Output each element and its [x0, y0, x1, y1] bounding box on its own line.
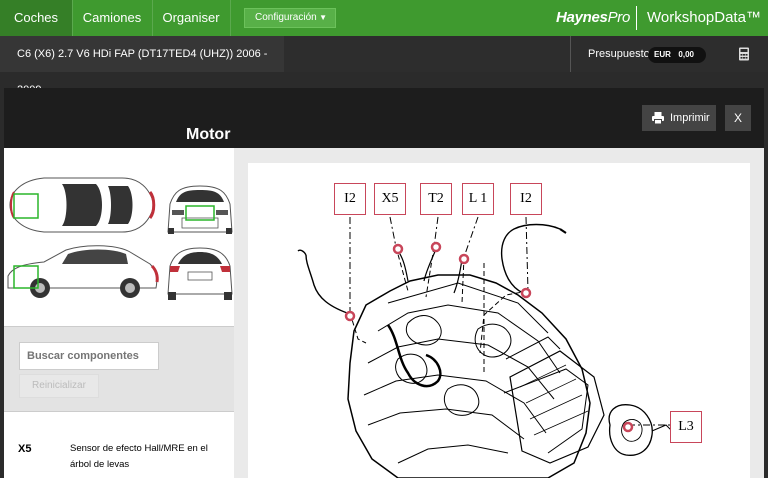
search-components-input[interactable] [19, 342, 159, 370]
sensor-marker-i2-left [344, 310, 356, 322]
close-button[interactable]: X [725, 105, 751, 131]
sensor-markers [344, 241, 634, 433]
chevron-down-icon: ▼ [319, 13, 327, 22]
vehicle-title[interactable]: C6 (X6) 2.7 V6 HDi FAP (DT17TED4 (UHZ)) … [0, 36, 284, 96]
panel-title: Motor [186, 126, 231, 143]
sensor-marker-t2 [430, 241, 442, 253]
top-navigation: Coches Camiones Organiser Configuración … [0, 0, 768, 36]
brand-divider [636, 6, 637, 30]
haynespro-logo: HaynesPro [556, 9, 631, 26]
tab-coches[interactable]: Coches [0, 0, 72, 36]
tab-organiser[interactable]: Organiser [152, 0, 230, 36]
diagram-label-t2[interactable]: T2 [420, 183, 452, 215]
vehicle-location-views [7, 177, 233, 300]
car-top-view[interactable] [9, 177, 156, 233]
component-code[interactable]: X5 [18, 443, 31, 455]
diagram-label-l1[interactable]: L 1 [462, 183, 494, 215]
car-rear-view[interactable] [167, 247, 233, 300]
diagram-label-l3[interactable]: L3 [670, 411, 702, 443]
print-button[interactable]: Imprimir [642, 105, 716, 131]
car-front-view[interactable] [167, 185, 233, 234]
workshopdata-logo: WorkshopData™ [647, 9, 761, 26]
diagram-label-i2-right[interactable]: I2 [510, 183, 542, 215]
budget-label: Presupuesto [588, 48, 650, 60]
reset-button[interactable]: Reinicializar [19, 374, 99, 398]
tab-divider [230, 0, 231, 36]
tab-camiones[interactable]: Camiones [72, 0, 152, 36]
sensor-marker-l3 [622, 421, 634, 433]
configuration-label: Configuración [255, 12, 317, 23]
diagram-label-i2-left[interactable]: I2 [334, 183, 366, 215]
budget-total-badge[interactable]: EUR 0,00 [648, 47, 706, 63]
print-label: Imprimir [670, 112, 710, 124]
printer-icon [652, 112, 664, 125]
sensor-marker-l1 [458, 253, 470, 265]
budget-currency: EUR [654, 50, 671, 59]
car-side-view[interactable] [7, 245, 159, 298]
vehicle-bar: C6 (X6) 2.7 V6 HDi FAP (DT17TED4 (UHZ)) … [0, 36, 768, 96]
sensor-marker-x5 [392, 243, 404, 255]
calculator-icon[interactable] [738, 47, 750, 61]
component-description[interactable]: Sensor de efecto Hall/MRE en el árbol de… [70, 441, 210, 473]
configuration-dropdown[interactable]: Configuración ▼ [244, 8, 336, 28]
budget-amount: 0,00 [678, 50, 694, 59]
divider [570, 36, 571, 72]
sensor-marker-i2-right [520, 287, 532, 299]
diagram-label-x5[interactable]: X5 [374, 183, 406, 215]
